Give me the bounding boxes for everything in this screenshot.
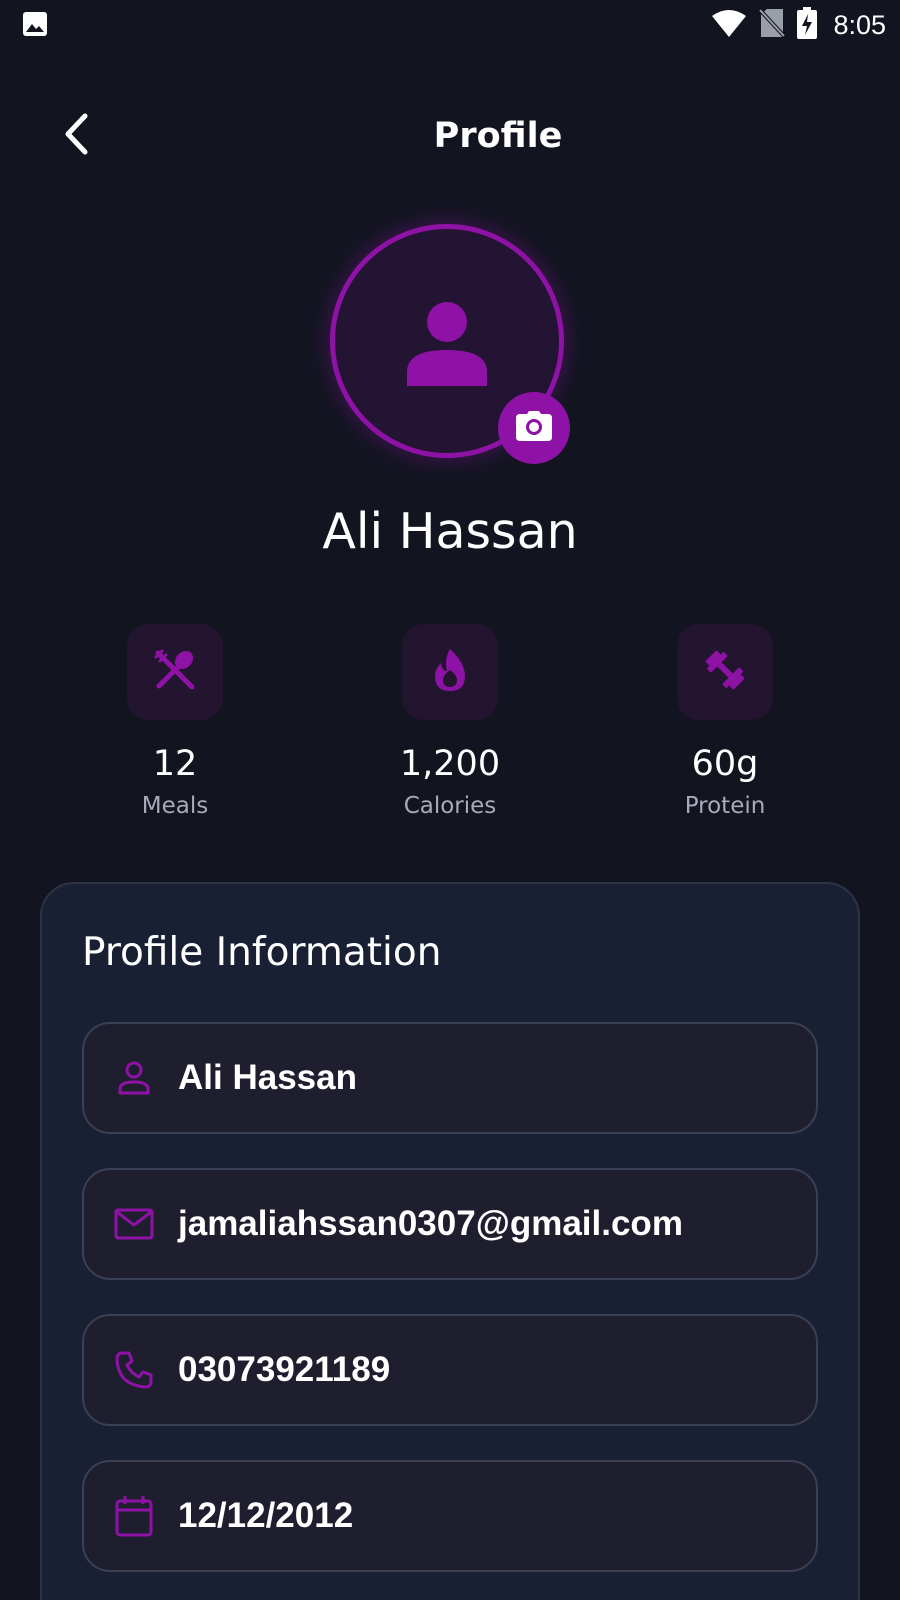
- stat-icon-box: [127, 624, 223, 720]
- flame-icon: [433, 648, 467, 696]
- utensils-icon: [154, 649, 196, 696]
- battery-charging-icon: [797, 6, 818, 44]
- profile-screen: 8:05 Profile Ali Hassan 12 Meals 1,200 C…: [0, 0, 900, 1600]
- field-value: 12/12/2012: [178, 1496, 354, 1535]
- person-icon: [405, 300, 489, 386]
- card-title: Profile Information: [82, 930, 442, 975]
- wifi-icon: [711, 8, 747, 43]
- field-value: Ali Hassan: [178, 1058, 357, 1097]
- email-field[interactable]: jamaliahssan0307@gmail.com: [82, 1168, 818, 1280]
- gallery-icon: [22, 11, 48, 37]
- phone-icon: [112, 1348, 156, 1392]
- phone-field[interactable]: 03073921189: [82, 1314, 818, 1426]
- no-sim-icon: [758, 8, 786, 43]
- field-value: 03073921189: [178, 1350, 391, 1389]
- stat-label: Protein: [684, 793, 766, 819]
- status-icons: 8:05: [711, 6, 886, 44]
- dumbbell-icon: [703, 648, 747, 697]
- field-value: jamaliahssan0307@gmail.com: [178, 1204, 683, 1243]
- stat-value: 12: [152, 744, 198, 784]
- status-bar: 8:05: [0, 0, 900, 50]
- birthdate-field[interactable]: 12/12/2012: [82, 1460, 818, 1572]
- stat-calories: 1,200 Calories: [360, 624, 540, 822]
- camera-icon: [516, 410, 552, 446]
- stat-value: 1,200: [399, 744, 501, 784]
- status-time: 8:05: [833, 9, 886, 40]
- stat-label: Meals: [141, 793, 209, 819]
- stat-icon-box: [677, 624, 773, 720]
- stat-meals: 12 Meals: [85, 624, 265, 822]
- stat-protein: 60g Protein: [635, 624, 815, 822]
- user-name: Ali Hassan: [322, 503, 578, 560]
- name-field[interactable]: Ali Hassan: [82, 1022, 818, 1134]
- person-outline-icon: [112, 1056, 156, 1100]
- stat-icon-box: [402, 624, 498, 720]
- calendar-icon: [112, 1494, 156, 1538]
- page-title: Profile: [433, 116, 563, 156]
- stat-label: Calories: [403, 793, 497, 819]
- stat-value: 60g: [691, 744, 759, 784]
- mail-icon: [112, 1202, 156, 1246]
- change-photo-button[interactable]: [498, 392, 570, 464]
